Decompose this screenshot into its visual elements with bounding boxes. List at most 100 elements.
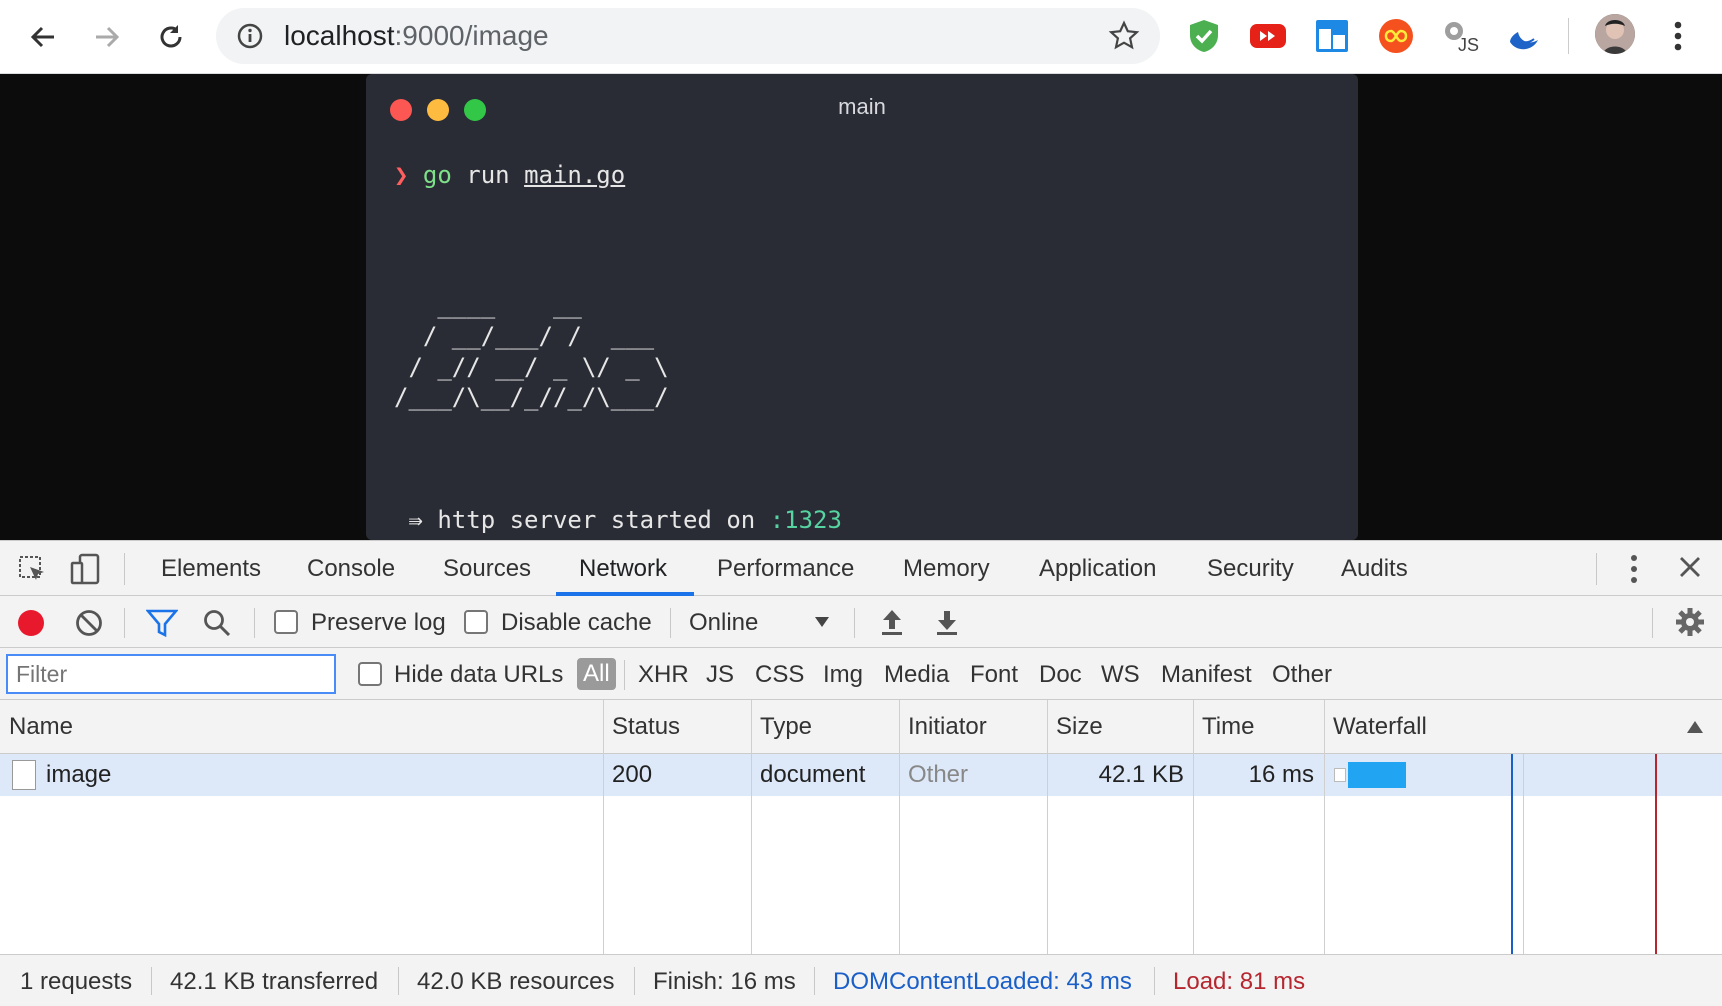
url-text: localhost:9000/image <box>284 22 549 50</box>
column-header-initiator[interactable]: Initiator <box>899 700 1047 754</box>
tab-performance[interactable]: Performance <box>717 555 854 583</box>
type-filter-other[interactable]: Other <box>1272 661 1332 689</box>
close-devtools-icon[interactable] <box>1678 555 1702 579</box>
column-divider[interactable] <box>603 700 604 954</box>
tab-separator <box>124 553 125 585</box>
hide-data-urls-label[interactable]: Hide data URLs <box>394 661 563 689</box>
tab-sources[interactable]: Sources <box>443 555 531 583</box>
tab-security[interactable]: Security <box>1207 555 1294 583</box>
address-bar[interactable]: localhost:9000/image <box>216 8 1160 64</box>
infinity-extension-icon[interactable] <box>1376 16 1416 56</box>
tab-network[interactable]: Network <box>579 555 667 583</box>
filter-funnel-icon[interactable] <box>146 608 178 638</box>
toolbar-separator <box>670 608 671 638</box>
column-divider[interactable] <box>899 700 900 954</box>
waterfall-queue-segment <box>1334 768 1346 782</box>
bookmark-star-icon[interactable] <box>1108 20 1140 52</box>
moon-extension-icon[interactable] <box>1504 16 1544 56</box>
url-path: :9000/image <box>394 20 549 51</box>
adguard-extension-icon[interactable] <box>1184 16 1224 56</box>
profile-avatar[interactable] <box>1595 14 1635 54</box>
type-filter-all[interactable]: All <box>577 658 616 690</box>
tab-application[interactable]: Application <box>1039 555 1156 583</box>
column-header-type[interactable]: Type <box>751 700 899 754</box>
column-divider[interactable] <box>1047 700 1048 954</box>
banner-line: / __/___/ / ___ <box>394 321 655 350</box>
clear-icon[interactable] <box>74 608 104 638</box>
disable-cache-label[interactable]: Disable cache <box>501 609 652 637</box>
tab-console[interactable]: Console <box>307 555 395 583</box>
column-divider[interactable] <box>751 700 752 954</box>
settings-gear-icon[interactable] <box>1675 607 1705 637</box>
filter-input[interactable] <box>6 654 336 694</box>
toolbar-separator <box>124 608 125 638</box>
reload-button[interactable] <box>149 15 193 59</box>
summary-separator <box>151 967 152 995</box>
server-status-prefix: ⇛ http server started on <box>394 505 770 534</box>
column-header-size[interactable]: Size <box>1047 700 1193 754</box>
summary-resources: 42.0 KB resources <box>417 968 615 995</box>
summary-load: Load: 81 ms <box>1173 968 1306 995</box>
waterfall-download-bar[interactable] <box>1348 762 1406 788</box>
window-extension-icon[interactable] <box>1312 16 1352 56</box>
import-har-icon[interactable] <box>880 608 904 636</box>
type-filter-js[interactable]: JS <box>706 661 734 689</box>
type-filter-doc[interactable]: Doc <box>1039 661 1082 689</box>
info-icon[interactable] <box>236 22 264 50</box>
terminal-output: ❯ go run main.go ____ __ / __/___/ / ___… <box>394 160 842 540</box>
toolbar-separator <box>854 608 855 638</box>
type-filter-css[interactable]: CSS <box>755 661 804 689</box>
forward-button[interactable] <box>85 15 129 59</box>
column-header-time[interactable]: Time <box>1193 700 1324 754</box>
summary-finish: Finish: 16 ms <box>653 968 796 995</box>
table-row[interactable]: image 200 document Other 42.1 KB 16 ms <box>0 754 1722 796</box>
js-gear-extension-icon[interactable]: JS <box>1440 16 1480 56</box>
browser-toolbar: localhost:9000/image JS <box>0 0 1722 74</box>
type-filter-xhr[interactable]: XHR <box>638 661 689 689</box>
summary-separator <box>1154 967 1155 995</box>
forward-arrow-icon <box>96 26 120 48</box>
column-header-label: Status <box>612 713 681 740</box>
tab-separator <box>1596 553 1597 585</box>
browser-menu-button[interactable] <box>1658 16 1698 56</box>
tab-elements[interactable]: Elements <box>161 555 261 583</box>
record-icon[interactable] <box>16 608 46 638</box>
back-arrow-icon <box>30 26 54 48</box>
type-filter-ws[interactable]: WS <box>1101 661 1140 689</box>
devtools-more-icon[interactable] <box>1630 553 1638 585</box>
inspect-element-icon[interactable] <box>18 555 48 585</box>
column-divider[interactable] <box>1193 700 1194 954</box>
more-vertical-icon <box>1674 21 1682 51</box>
column-header-waterfall[interactable]: Waterfall <box>1324 700 1722 754</box>
summary-requests: 1 requests <box>20 968 133 995</box>
column-header-status[interactable]: Status <box>603 700 751 754</box>
terminal-window: main ❯ go run main.go ____ __ / __/___/ … <box>366 74 1358 540</box>
type-filter-font[interactable]: Font <box>970 661 1018 689</box>
throttling-value: Online <box>689 609 759 636</box>
hide-data-urls-checkbox[interactable] <box>358 662 382 686</box>
disable-cache-checkbox[interactable] <box>464 610 488 634</box>
column-header-label: Time <box>1202 713 1255 740</box>
preserve-log-label[interactable]: Preserve log <box>311 609 446 637</box>
device-toolbar-icon[interactable] <box>70 553 100 585</box>
type-filter-manifest[interactable]: Manifest <box>1161 661 1252 689</box>
youtube-extension-icon[interactable] <box>1248 16 1288 56</box>
tab-audits[interactable]: Audits <box>1341 555 1408 583</box>
search-icon[interactable] <box>202 608 232 638</box>
toolbar-separator <box>254 608 255 638</box>
devtools-tab-bar: Elements Console Sources Network Perform… <box>0 540 1722 596</box>
type-filter-media[interactable]: Media <box>884 661 949 689</box>
sort-ascending-icon <box>1687 721 1703 733</box>
command-go: go <box>422 161 452 189</box>
terminal-title: main <box>838 94 886 119</box>
column-divider[interactable] <box>1324 700 1325 954</box>
export-har-icon[interactable] <box>935 608 959 636</box>
type-filter-img[interactable]: Img <box>823 661 863 689</box>
preserve-log-checkbox[interactable] <box>274 610 298 634</box>
column-header-name[interactable]: Name <box>0 700 603 754</box>
summary-dom-content-loaded: DOMContentLoaded: 43 ms <box>833 968 1132 995</box>
tab-memory[interactable]: Memory <box>903 555 990 583</box>
column-header-label: Size <box>1056 713 1103 740</box>
cell-size: 42.1 KB <box>1098 761 1184 788</box>
back-button[interactable] <box>21 15 65 59</box>
